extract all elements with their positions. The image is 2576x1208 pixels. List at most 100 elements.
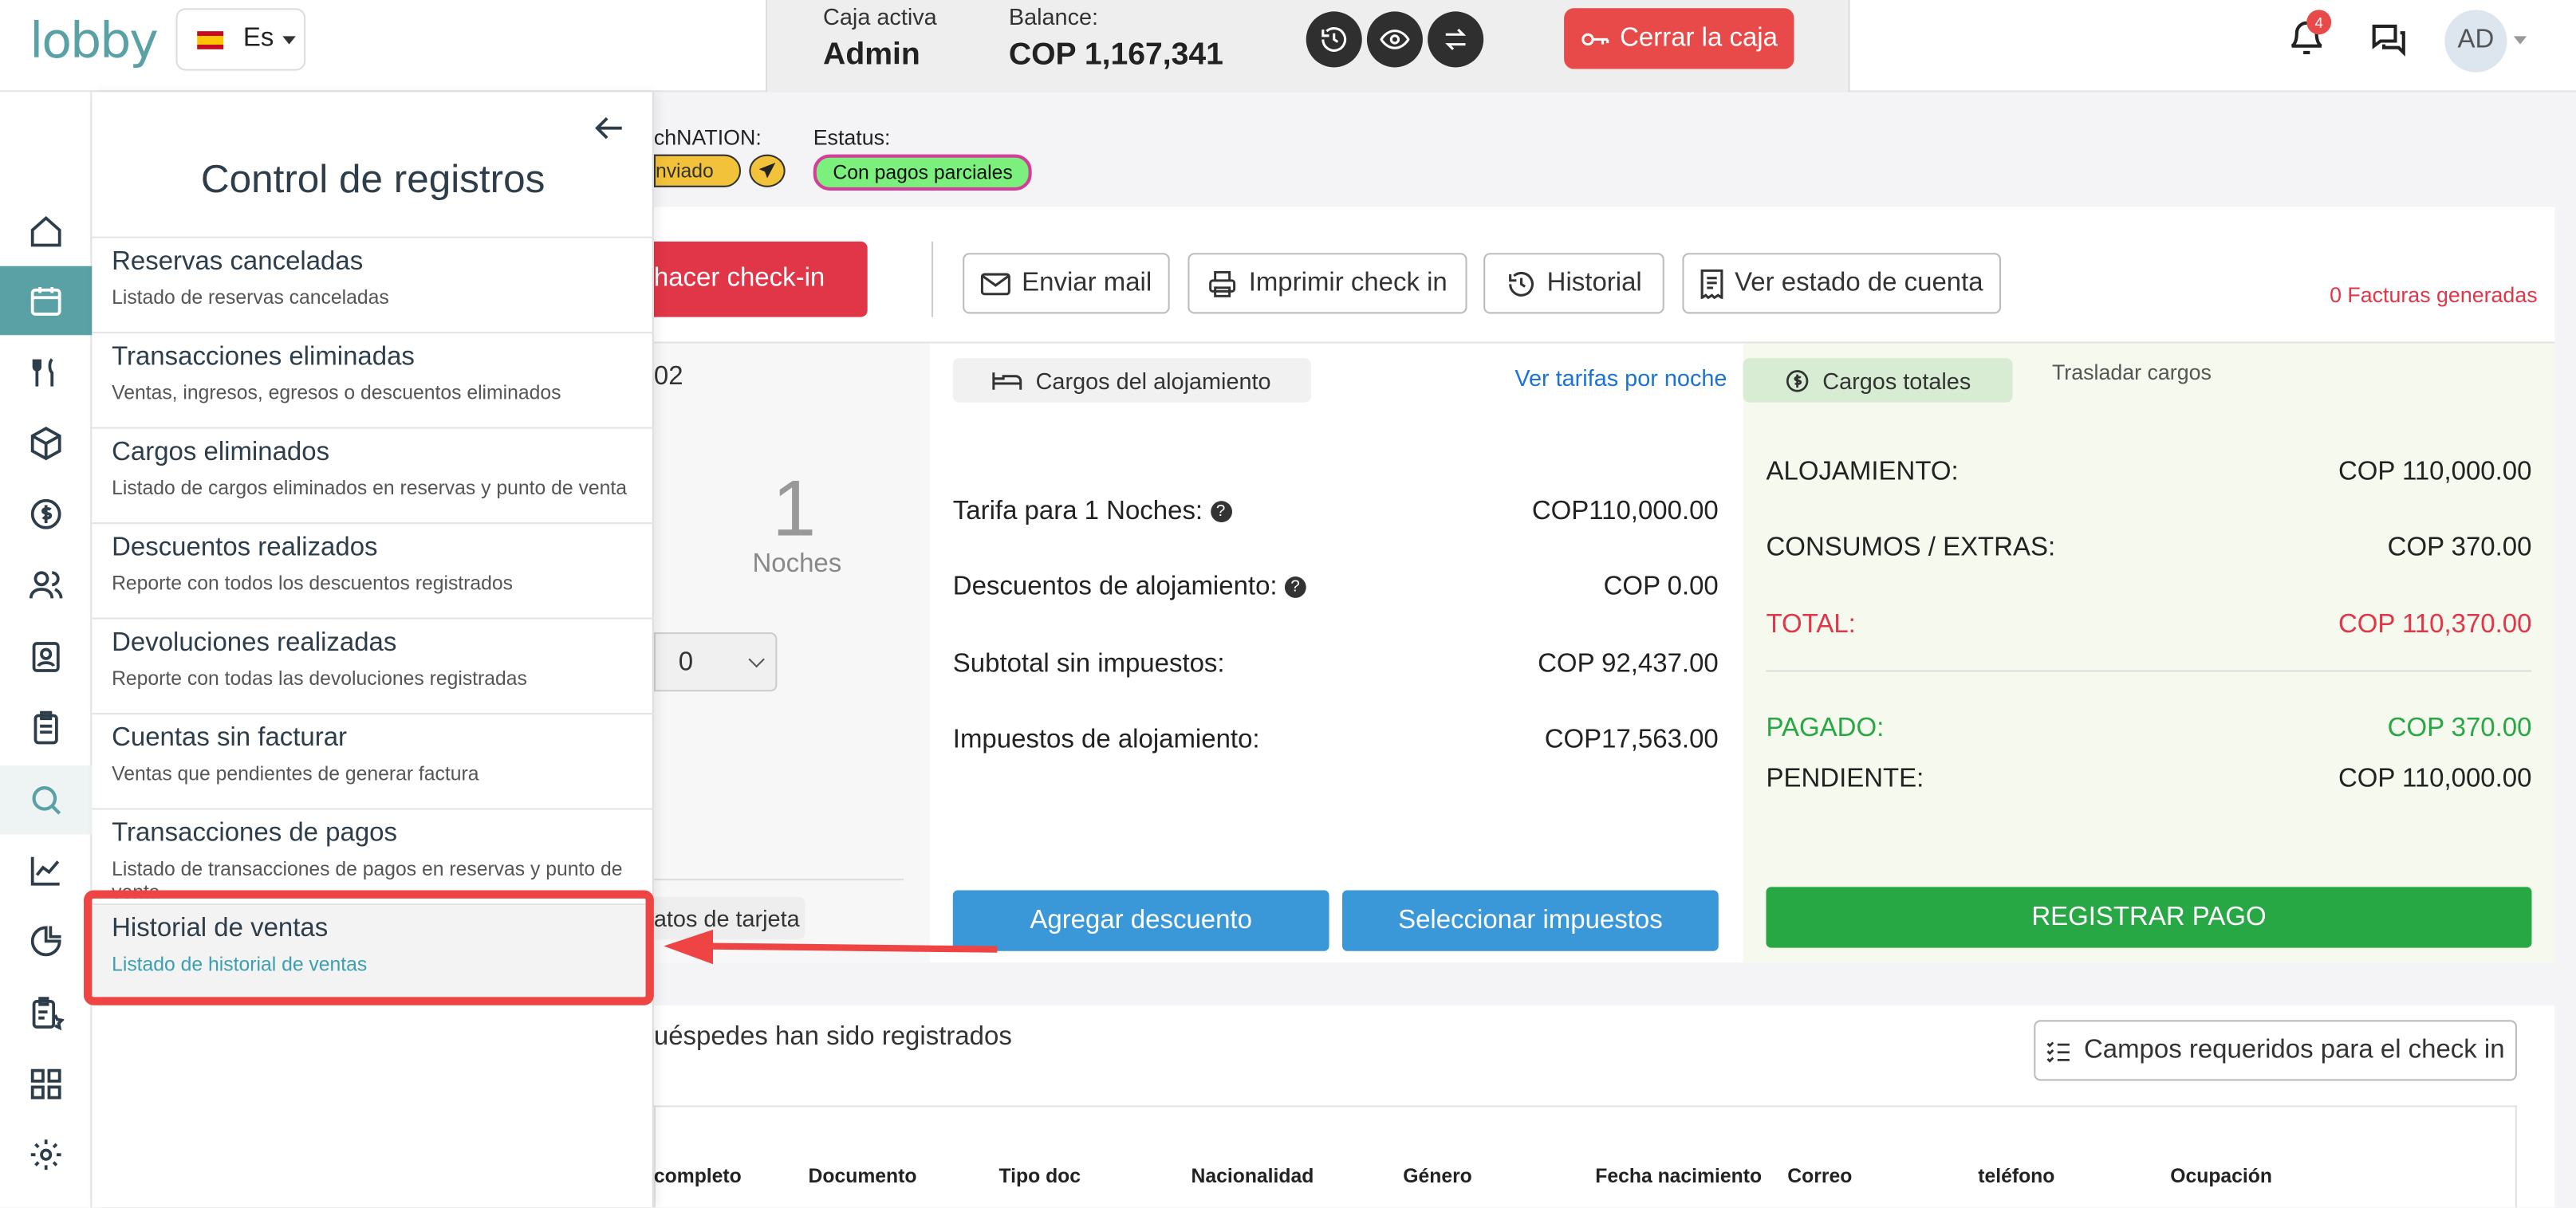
language-selector[interactable]: Es <box>175 8 306 71</box>
rail-item-clipboard[interactable] <box>0 693 92 762</box>
highlight-box <box>84 890 654 1005</box>
charge-value: COP110,000.00 <box>1531 498 1719 526</box>
messages-button[interactable] <box>2367 20 2410 68</box>
add-discount-button[interactable]: Agregar descuento <box>952 890 1329 951</box>
history-button[interactable]: Historial <box>1483 253 1664 314</box>
search-icon <box>32 786 61 815</box>
cash-register-bar: Caja activa Admin Balance: COP 1,167,341… <box>765 0 1850 92</box>
register-payment-label: REGISTRAR PAGO <box>2031 902 2267 931</box>
toolbar-divider <box>932 241 934 317</box>
records-drawer: Control de registros Reservas canceladas… <box>92 92 654 1208</box>
tab-lodging-charges[interactable]: Cargos del alojamiento <box>952 358 1311 403</box>
tab-total-charges[interactable]: Cargos totales <box>1743 358 2013 403</box>
room-number: 02 <box>653 363 683 392</box>
tab-lodging-label: Cargos del alojamiento <box>1035 367 1271 394</box>
total-row: PENDIENTE: COP 110,000.00 <box>1767 765 2532 795</box>
back-arrow-icon[interactable] <box>595 115 624 149</box>
rail-item-home[interactable] <box>0 197 92 266</box>
nights-label: Noches <box>752 550 842 579</box>
drawer-item-title: Descuentos realizados <box>112 533 378 562</box>
tab-transfer-charges[interactable]: Trasladar cargos <box>2052 360 2212 384</box>
rail-item-search[interactable] <box>0 765 93 835</box>
drawer-item-deleted-transactions[interactable]: Transacciones eliminadas Ventas, ingreso… <box>92 332 654 427</box>
help-icon[interactable]: ? <box>1210 501 1232 523</box>
rail-item-tasks[interactable] <box>0 979 92 1049</box>
select-taxes-button[interactable]: Seleccionar impuestos <box>1342 890 1719 951</box>
transfer-round-button[interactable] <box>1428 11 1484 68</box>
notifications-button[interactable]: 4 <box>2287 10 2334 63</box>
mail-icon <box>980 272 1010 295</box>
status-area: chNATION: nviado Estatus: Con pagos parc… <box>653 92 2554 207</box>
calendar-icon <box>30 286 61 316</box>
invoices-count[interactable]: 0 Facturas generadas <box>2330 282 2538 307</box>
charge-row: Impuestos de alojamiento: COP17,563.00 <box>953 726 1719 756</box>
required-fields-button[interactable]: Campos requeridos para el check in <box>2034 1020 2517 1081</box>
charge-row: Tarifa para 1 Noches: ? COP110,000.00 <box>953 498 1719 527</box>
pending-value: COP 110,000.00 <box>2338 765 2532 793</box>
history-round-button[interactable] <box>1306 11 1362 68</box>
charge-row: Subtotal sin impuestos: COP 92,437.00 <box>953 651 1719 680</box>
lodging-label: ALOJAMIENTO: <box>1766 458 1959 486</box>
close-register-button[interactable]: Cerrar la caja <box>1564 8 1794 69</box>
caja-value: Admin <box>823 37 920 73</box>
rail-item-restaurant[interactable] <box>0 338 92 407</box>
drawer-item-discounts[interactable]: Descuentos realizados Reporte con todos … <box>92 522 654 617</box>
pending-label: PENDIENTE: <box>1766 765 1924 793</box>
rail-item-settings[interactable] <box>0 1120 92 1190</box>
checkin-button[interactable]: hacer check-in <box>653 241 868 317</box>
col-header: Género <box>1403 1164 1472 1188</box>
rail-item-contacts[interactable] <box>0 623 92 692</box>
chevron-down-icon[interactable] <box>2513 36 2527 45</box>
rail-item-apps[interactable] <box>0 1049 92 1119</box>
totals-divider <box>1766 670 2532 672</box>
chevron-down-icon <box>748 651 765 668</box>
home-icon <box>30 215 61 247</box>
drawer-item-payment-transactions[interactable]: Transacciones de pagos Listado de transa… <box>92 808 654 903</box>
drawer-item-uninvoiced[interactable]: Cuentas sin facturar Ventas que pendient… <box>92 713 654 808</box>
drawer-item-refunds[interactable]: Devoluciones realizadas Reporte con toda… <box>92 617 654 713</box>
drawer-item-canceled-bookings[interactable]: Reservas canceladas Listado de reservas … <box>92 236 654 332</box>
account-status-label: Ver estado de cuenta <box>1735 268 1983 297</box>
user-avatar[interactable]: AD <box>2444 10 2507 73</box>
send-mail-button[interactable]: Enviar mail <box>963 253 1170 314</box>
drawer-item-subtitle: Listado de reservas canceladas <box>112 285 389 309</box>
drawer-item-title: Transacciones eliminadas <box>112 343 415 372</box>
nightly-rates-link[interactable]: Ver tarifas por noche <box>1514 364 1727 391</box>
clipboard-star-icon <box>32 997 65 1031</box>
view-round-button[interactable] <box>1366 11 1423 68</box>
extras-label: CONSUMOS / EXTRAS: <box>1766 533 2056 562</box>
drawer-item-subtitle: Ventas que pendientes de generar factura <box>112 761 479 785</box>
col-header: Nacionalidad <box>1191 1164 1314 1188</box>
lobby-logo[interactable]: lobby <box>30 13 159 70</box>
rail-item-inventory[interactable] <box>0 409 92 478</box>
icon-rail <box>0 92 93 1208</box>
gear-icon <box>30 1139 61 1171</box>
fork-knife-icon <box>32 358 54 387</box>
rail-item-guests[interactable] <box>0 550 92 620</box>
rail-item-analytics[interactable] <box>0 907 92 976</box>
account-status-button[interactable]: Ver estado de cuenta <box>1682 253 2002 314</box>
avatar-initials: AD <box>2457 26 2495 54</box>
rail-item-calendar[interactable] <box>0 266 93 336</box>
drawer-item-subtitle: Reporte con todas las devoluciones regis… <box>112 667 527 691</box>
register-payment-button[interactable]: REGISTRAR PAGO <box>1766 887 2532 948</box>
help-icon[interactable]: ? <box>1284 576 1306 599</box>
checkin-label: hacer check-in <box>653 264 825 293</box>
rail-item-reports[interactable] <box>0 836 92 906</box>
rail-item-finance[interactable] <box>0 480 92 549</box>
dollar-circle-icon <box>1786 369 1810 392</box>
print-checkin-button[interactable]: Imprimir check in <box>1188 253 1467 314</box>
drawer-item-deleted-charges[interactable]: Cargos eliminados Listado de cargos elim… <box>92 427 654 522</box>
send-telegram-icon[interactable] <box>749 154 786 187</box>
clipboard-icon <box>33 710 58 745</box>
total-label: TOTAL: <box>1766 611 1856 639</box>
col-header: Correo <box>1787 1164 1853 1188</box>
col-header: Ocupación <box>2170 1164 2273 1188</box>
total-value: COP 110,370.00 <box>2338 611 2532 639</box>
nights-select-value: 0 <box>678 648 694 677</box>
nights-select[interactable]: 0 <box>653 632 778 692</box>
history-label: Historial <box>1546 268 1642 297</box>
drawer-item-subtitle: Listado de cargos eliminados en reservas… <box>112 476 627 500</box>
balance-value: COP 1,167,341 <box>1008 37 1223 73</box>
charge-row: Descuentos de alojamiento: ? COP 0.00 <box>953 573 1719 603</box>
